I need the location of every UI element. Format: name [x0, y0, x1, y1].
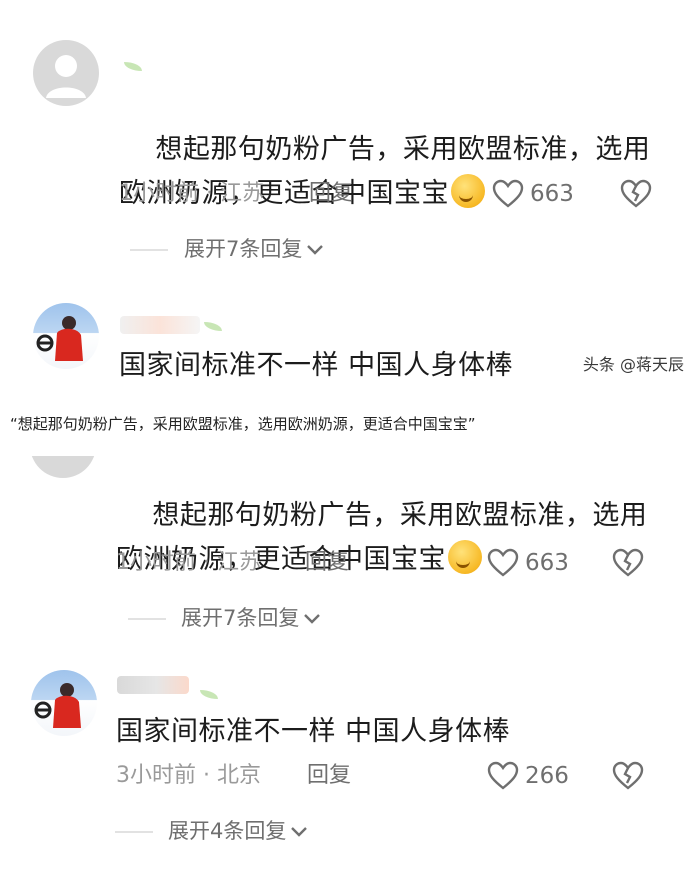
- expand-replies-button[interactable]: 展开4条回复: [168, 816, 308, 846]
- avatar[interactable]: [33, 303, 99, 369]
- expand-replies-label: 展开7条回复: [181, 606, 300, 630]
- like-count: 266: [525, 763, 569, 789]
- reply-button[interactable]: 回复: [305, 548, 349, 578]
- divider: [130, 249, 168, 251]
- comment-time-location: 1小时前 · 江苏: [116, 550, 261, 575]
- level-leaf-icon: [200, 690, 218, 699]
- chevron-down-icon: [291, 827, 308, 837]
- avatar[interactable]: [31, 670, 97, 736]
- chevron-down-icon: [307, 245, 324, 255]
- reply-button[interactable]: 回复: [307, 761, 351, 791]
- comment-time-location: 1小时前 · 江苏: [119, 181, 264, 206]
- cyclist-photo-icon: [36, 316, 83, 361]
- broken-heart-icon[interactable]: [612, 548, 644, 578]
- divider: [115, 831, 153, 833]
- expand-replies-label: 展开7条回复: [184, 237, 303, 261]
- heart-outline-icon[interactable]: [492, 179, 524, 209]
- watermark: 头条 @蒋天辰: [582, 355, 684, 374]
- reply-button[interactable]: 回复: [309, 179, 353, 209]
- hand-over-mouth-emoji: [448, 540, 482, 574]
- comment-text: 国家间标准不一样 中国人身体棒: [119, 350, 514, 381]
- like-count: 663: [530, 181, 574, 207]
- heart-outline-icon[interactable]: [487, 548, 519, 578]
- cyclist-photo-icon: [34, 683, 81, 728]
- like-count: 663: [525, 550, 569, 576]
- level-leaf-icon: [124, 62, 142, 71]
- avatar[interactable]: [33, 40, 99, 106]
- expand-replies-label: 展开4条回复: [168, 819, 287, 843]
- expand-replies-button[interactable]: 展开7条回复: [184, 234, 324, 264]
- username-blur: [117, 676, 189, 694]
- default-user-icon: [46, 55, 86, 98]
- comment-text: 国家间标准不一样 中国人身体棒: [116, 716, 511, 747]
- broken-heart-icon[interactable]: [620, 179, 652, 209]
- heart-outline-icon[interactable]: [487, 761, 519, 791]
- expand-replies-button[interactable]: 展开7条回复: [181, 603, 321, 633]
- comment-time-location: 3小时前 · 北京: [116, 763, 261, 788]
- comment-text: 想起那句奶粉广告，采用欧盟标准，选用欧洲奶源，更适合中国宝宝: [116, 450, 661, 626]
- divider: [128, 618, 166, 620]
- hand-over-mouth-emoji: [451, 174, 485, 208]
- level-leaf-icon: [204, 322, 222, 331]
- image-caption: “想起那句奶粉广告，采用欧盟标准，选用欧洲奶源，更适合中国宝宝”: [10, 415, 476, 433]
- chevron-down-icon: [304, 614, 321, 624]
- broken-heart-icon[interactable]: [612, 761, 644, 791]
- username-blur: [120, 316, 200, 334]
